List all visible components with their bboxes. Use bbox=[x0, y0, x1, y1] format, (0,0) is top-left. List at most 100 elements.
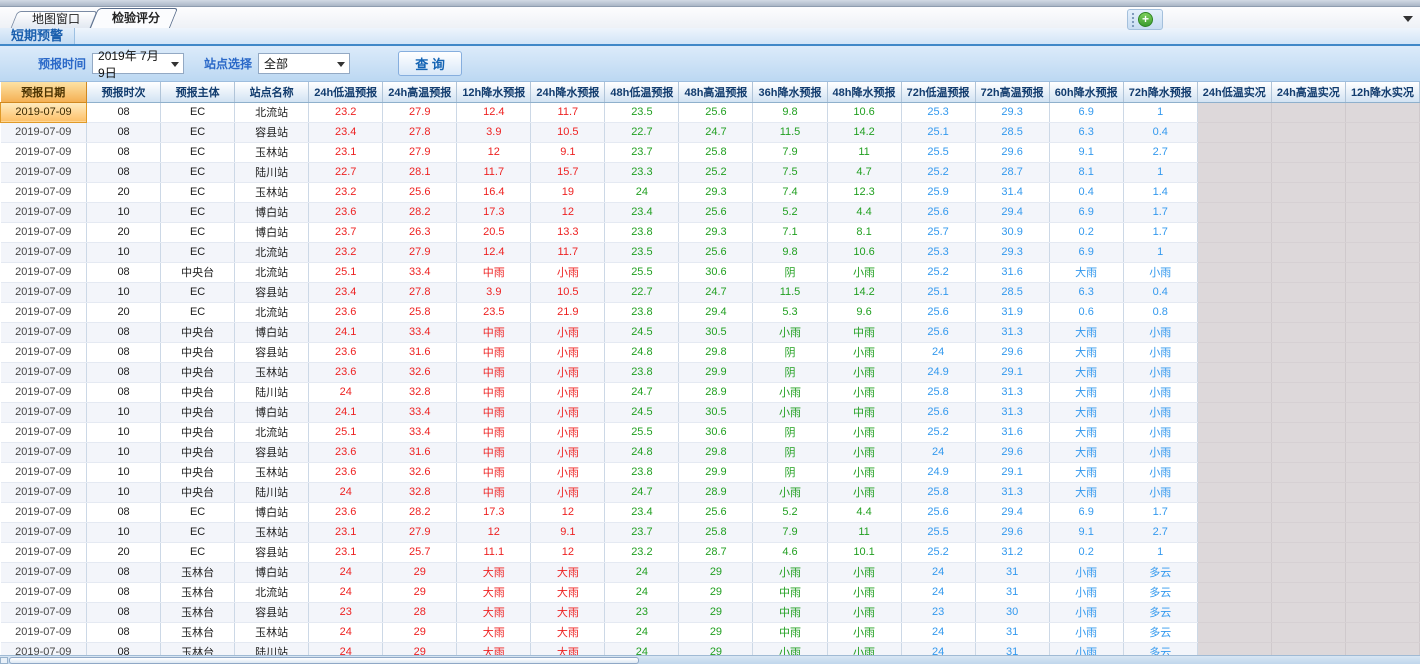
grid-cell[interactable]: 阴 bbox=[753, 262, 827, 282]
grid-cell[interactable]: 3.9 bbox=[457, 282, 531, 302]
grid-cell[interactable]: 25.6 bbox=[901, 402, 975, 422]
grid-cell[interactable]: 23.2 bbox=[309, 242, 383, 262]
grid-cell[interactable]: 玉林台 bbox=[161, 622, 235, 642]
grid-cell[interactable]: 12 bbox=[531, 542, 605, 562]
grid-cell[interactable]: 大雨 bbox=[1049, 322, 1123, 342]
grid-cell[interactable]: 30.5 bbox=[679, 402, 753, 422]
grid-cell[interactable]: 24 bbox=[605, 582, 679, 602]
grid-cell[interactable]: 23.2 bbox=[309, 102, 383, 122]
grid-cell[interactable]: 0.4 bbox=[1049, 182, 1123, 202]
grid-cell[interactable]: 大雨 bbox=[531, 562, 605, 582]
grid-cell[interactable]: 陆川站 bbox=[235, 382, 309, 402]
grid-cell[interactable]: 5.2 bbox=[753, 502, 827, 522]
grid-cell[interactable]: 2019-07-09 bbox=[1, 502, 87, 522]
grid-cell[interactable]: 小雨 bbox=[1123, 382, 1197, 402]
grid-cell[interactable]: EC bbox=[161, 182, 235, 202]
grid-cell[interactable]: 2019-07-09 bbox=[1, 602, 87, 622]
grid-cell[interactable]: 25.7 bbox=[383, 542, 457, 562]
grid-cell[interactable]: 9.1 bbox=[1049, 522, 1123, 542]
grid-cell[interactable]: 25.5 bbox=[901, 142, 975, 162]
grid-cell[interactable]: 33.4 bbox=[383, 402, 457, 422]
tab-verification-score[interactable]: 检验评分 bbox=[94, 8, 174, 28]
grid-cell[interactable]: 中央台 bbox=[161, 482, 235, 502]
grid-cell-actual[interactable] bbox=[1197, 202, 1271, 222]
grid-cell-actual[interactable] bbox=[1197, 182, 1271, 202]
grid-cell-actual[interactable] bbox=[1271, 222, 1345, 242]
grid-cell[interactable]: 29.3 bbox=[679, 182, 753, 202]
grid-cell[interactable]: 北流站 bbox=[235, 262, 309, 282]
grid-cell[interactable]: 7.5 bbox=[753, 162, 827, 182]
grid-cell[interactable]: 11 bbox=[827, 142, 901, 162]
grid-cell[interactable]: 北流站 bbox=[235, 582, 309, 602]
grid-cell[interactable]: 24 bbox=[605, 182, 679, 202]
grid-cell[interactable]: 10 bbox=[87, 202, 161, 222]
grid-cell[interactable]: 10 bbox=[87, 442, 161, 462]
column-header[interactable]: 48h低温预报 bbox=[605, 82, 679, 102]
grid-cell[interactable]: 小雨 bbox=[1123, 262, 1197, 282]
grid-cell-actual[interactable] bbox=[1345, 262, 1419, 282]
grid-cell[interactable]: 17.3 bbox=[457, 502, 531, 522]
grid-cell[interactable]: 24.9 bbox=[901, 462, 975, 482]
grid-cell[interactable]: 5.2 bbox=[753, 202, 827, 222]
grid-cell[interactable]: 陆川站 bbox=[235, 162, 309, 182]
grid-cell[interactable]: 29 bbox=[679, 562, 753, 582]
grid-cell[interactable]: 北流站 bbox=[235, 422, 309, 442]
grid-cell[interactable]: 15.7 bbox=[531, 162, 605, 182]
grid-cell[interactable]: 小雨 bbox=[753, 402, 827, 422]
grid-cell[interactable]: 20 bbox=[87, 222, 161, 242]
grid-cell[interactable]: 24.1 bbox=[309, 322, 383, 342]
grid-cell[interactable]: 8.1 bbox=[827, 222, 901, 242]
grid-cell[interactable]: 1.7 bbox=[1123, 222, 1197, 242]
column-header[interactable]: 12h降水预报 bbox=[457, 82, 531, 102]
grid-cell[interactable]: 12 bbox=[531, 502, 605, 522]
grid-cell[interactable]: 25.8 bbox=[679, 522, 753, 542]
grid-cell-actual[interactable] bbox=[1197, 542, 1271, 562]
grid-cell[interactable]: 2019-07-09 bbox=[1, 422, 87, 442]
grid-cell[interactable]: 2019-07-09 bbox=[1, 582, 87, 602]
grid-cell[interactable]: 29.3 bbox=[679, 222, 753, 242]
grid-cell[interactable]: 小雨 bbox=[1123, 322, 1197, 342]
grid-cell-actual[interactable] bbox=[1271, 602, 1345, 622]
grid-cell[interactable]: 1.4 bbox=[1123, 182, 1197, 202]
grid-cell[interactable]: 25.6 bbox=[679, 202, 753, 222]
grid-cell[interactable]: 29.3 bbox=[975, 102, 1049, 122]
grid-cell[interactable]: 小雨 bbox=[827, 442, 901, 462]
grid-cell[interactable]: 1 bbox=[1123, 162, 1197, 182]
grid-cell[interactable]: 29 bbox=[383, 582, 457, 602]
grid-cell[interactable]: 23.4 bbox=[309, 282, 383, 302]
grid-cell[interactable]: 29 bbox=[679, 582, 753, 602]
grid-cell[interactable]: 25.7 bbox=[901, 222, 975, 242]
grid-cell[interactable]: 2019-07-09 bbox=[1, 282, 87, 302]
horizontal-scrollbar[interactable] bbox=[0, 655, 1420, 664]
grid-cell[interactable]: 小雨 bbox=[531, 322, 605, 342]
grid-cell[interactable]: 25.2 bbox=[901, 422, 975, 442]
grid-cell[interactable]: 中雨 bbox=[457, 402, 531, 422]
grid-cell[interactable]: 12 bbox=[457, 522, 531, 542]
grid-cell[interactable]: 0.2 bbox=[1049, 542, 1123, 562]
grid-cell[interactable]: 10.1 bbox=[827, 542, 901, 562]
grid-cell[interactable]: 小雨 bbox=[1049, 602, 1123, 622]
grid-cell[interactable]: 29 bbox=[679, 602, 753, 622]
grid-cell[interactable]: 9.8 bbox=[753, 242, 827, 262]
grid-cell[interactable]: 小雨 bbox=[531, 382, 605, 402]
grid-cell[interactable]: 24.8 bbox=[605, 442, 679, 462]
column-header[interactable]: 24h降水预报 bbox=[531, 82, 605, 102]
grid-cell[interactable]: 多云 bbox=[1123, 582, 1197, 602]
grid-cell-actual[interactable] bbox=[1271, 262, 1345, 282]
grid-cell[interactable]: 08 bbox=[87, 622, 161, 642]
grid-cell[interactable]: 2019-07-09 bbox=[1, 102, 87, 122]
grid-cell[interactable]: 小雨 bbox=[827, 362, 901, 382]
grid-cell[interactable]: 中雨 bbox=[827, 322, 901, 342]
grid-cell[interactable]: 25.6 bbox=[383, 182, 457, 202]
grid-cell[interactable]: 2019-07-09 bbox=[1, 302, 87, 322]
grid-cell[interactable]: 玉林站 bbox=[235, 182, 309, 202]
grid-cell[interactable]: 小雨 bbox=[1123, 462, 1197, 482]
grid-cell[interactable]: 中雨 bbox=[457, 482, 531, 502]
grid-cell[interactable]: 0.8 bbox=[1123, 302, 1197, 322]
forecast-date-select[interactable]: 2019年 7月 9日 bbox=[92, 53, 184, 74]
query-button[interactable]: 查 询 bbox=[398, 51, 462, 76]
grid-cell[interactable]: 23.7 bbox=[605, 522, 679, 542]
grid-cell[interactable]: 19 bbox=[531, 182, 605, 202]
grid-cell[interactable]: 10.6 bbox=[827, 242, 901, 262]
grid-cell[interactable]: 17.3 bbox=[457, 202, 531, 222]
